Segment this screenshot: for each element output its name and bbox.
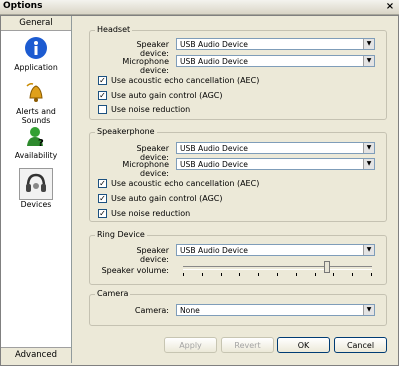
chevron-down-icon[interactable]: ▼ [363,305,374,315]
select-value: USB Audio Device [180,144,248,153]
headset-icon [26,173,46,192]
sidebar-item-label: Availability [14,151,58,160]
headset-speaker-label: Speaker device: [136,40,169,58]
slider-tick [277,273,278,276]
headset-agc-checkbox[interactable]: ✓ Use auto gain control (AGC) [98,91,222,100]
speakerphone-speaker-select[interactable]: USB Audio Device ▼ [176,142,375,154]
select-value: USB Audio Device [180,40,248,49]
speakerphone-agc-checkbox[interactable]: ✓ Use auto gain control (AGC) [98,194,222,203]
slider-tick [352,273,353,276]
availability-user-icon: ? [27,127,44,148]
checkbox-label: Use acoustic echo cancellation (AEC) [111,179,260,188]
cancel-button[interactable]: Cancel [334,337,387,353]
sidebar-item-label: Alerts and Sounds [16,107,56,125]
slider-tick [296,273,297,276]
camera-select[interactable]: None ▼ [176,304,375,316]
checkbox-box[interactable]: ✓ [98,209,107,218]
sidebar-item-availability[interactable]: ? Availability [1,124,71,160]
group-title: Headset [95,25,133,34]
sidebar-item-label: Devices [20,200,52,209]
speakerphone-mic-label: Microphone device: [122,160,169,178]
chevron-down-icon[interactable]: ▼ [363,56,374,66]
title-bar[interactable]: Options × [0,0,399,15]
bell-icon [26,83,43,102]
slider-thumb[interactable] [324,261,330,273]
slider-tick [202,273,203,276]
slider-tick [258,273,259,276]
headset-mic-label: Microphone device: [122,57,169,75]
slider-tick [239,273,240,276]
select-value: USB Audio Device [180,57,248,66]
slider-tick [371,273,372,276]
chevron-down-icon[interactable]: ▼ [363,159,374,169]
sidebar-general-header[interactable]: General [1,16,71,31]
speakerphone-aec-checkbox[interactable]: ✓ Use acoustic echo cancellation (AEC) [98,179,259,188]
select-value: USB Audio Device [180,160,248,169]
revert-button[interactable]: Revert [221,337,274,353]
checkbox-box[interactable]: ✓ [98,76,107,85]
devices-selected-frame [19,168,53,200]
svg-text:?: ? [38,138,44,148]
headset-mic-select[interactable]: USB Audio Device ▼ [176,55,375,67]
group-title: Ring Device [95,230,147,239]
slider-tick [315,273,316,276]
checkbox-box[interactable]: ✓ [98,179,107,188]
sidebar: General Application Alerts and Sounds ? … [1,16,72,363]
chevron-down-icon[interactable]: ▼ [363,143,374,153]
checkbox-label: Use noise reduction [111,209,191,218]
chevron-down-icon[interactable]: ▼ [363,39,374,49]
headset-nr-checkbox[interactable]: Use noise reduction [98,105,190,114]
headset-speaker-select[interactable]: USB Audio Device ▼ [176,38,375,50]
slider-tick [221,273,222,276]
sidebar-advanced-footer[interactable]: Advanced [1,347,71,363]
speaker-volume-slider[interactable] [183,261,372,277]
sidebar-item-alerts-and-sounds[interactable]: Alerts and Sounds [1,80,71,125]
close-icon[interactable]: × [385,2,395,12]
checkbox-label: Use auto gain control (AGC) [111,91,223,100]
sidebar-item-application[interactable]: Application [1,36,71,72]
checkbox-box[interactable]: ✓ [98,194,107,203]
ring-speaker-label: Speaker device: [136,246,169,264]
info-icon [25,37,47,59]
slider-track [183,266,372,270]
camera-label: Camera: [134,306,169,315]
slider-tick [333,273,334,276]
checkbox-box[interactable]: ✓ [98,91,107,100]
checkbox-box[interactable] [98,105,107,114]
group-title: Speakerphone [95,127,157,136]
chevron-down-icon[interactable]: ▼ [363,245,374,255]
checkbox-label: Use auto gain control (AGC) [111,194,223,203]
select-value: USB Audio Device [180,246,248,255]
select-value: None [180,306,200,315]
speakerphone-nr-checkbox[interactable]: ✓ Use noise reduction [98,209,190,218]
headset-aec-checkbox[interactable]: ✓ Use acoustic echo cancellation (AEC) [98,76,259,85]
window-title: Options [3,1,43,11]
ring-speaker-select[interactable]: USB Audio Device ▼ [176,244,375,256]
ok-button[interactable]: OK [277,337,330,353]
sidebar-item-devices[interactable]: Devices [1,168,71,209]
sidebar-item-label: Application [14,63,58,72]
speakerphone-mic-select[interactable]: USB Audio Device ▼ [176,158,375,170]
speaker-volume-label: Speaker volume: [101,266,169,275]
group-title: Camera [95,289,131,298]
checkbox-label: Use acoustic echo cancellation (AEC) [111,76,260,85]
slider-tick [183,273,184,276]
apply-button[interactable]: Apply [164,337,217,353]
checkbox-label: Use noise reduction [111,105,191,114]
